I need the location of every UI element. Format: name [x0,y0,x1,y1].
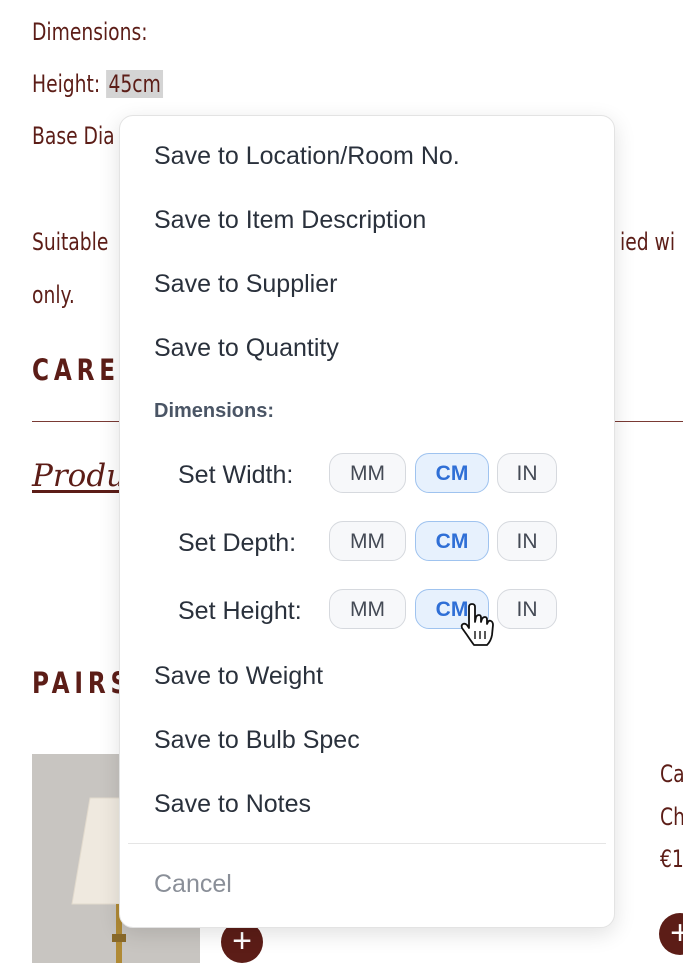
menu-item-location[interactable]: Save to Location/Room No. [154,142,460,171]
care-heading: CARE [32,353,120,387]
add-to-list-button-2[interactable]: + [659,913,683,955]
suitable-text: Suitable [32,228,109,256]
depth-in-button[interactable]: IN [497,521,557,561]
related-product-name-1: Ca [660,760,683,788]
supplied-text: ied wi [620,228,676,256]
width-mm-button[interactable]: MM [329,453,406,493]
only-text: only. [32,281,75,309]
menu-item-notes[interactable]: Save to Notes [154,790,311,819]
height-line: Height: 45cm [32,70,164,98]
menu-item-weight[interactable]: Save to Weight [154,662,323,691]
menu-item-bulb-spec[interactable]: Save to Bulb Spec [154,726,360,755]
menu-divider [128,843,606,844]
hand-pointer-cursor-icon [460,603,494,646]
depth-mm-button[interactable]: MM [329,521,406,561]
set-depth-label: Set Depth: [178,529,297,557]
save-to-context-menu: Save to Location/Room No. Save to Item D… [119,115,615,928]
menu-item-item-description[interactable]: Save to Item Description [154,206,426,235]
depth-cm-button[interactable]: CM [415,521,489,561]
height-value-selection: 45cm [106,70,164,98]
menu-item-quantity[interactable]: Save to Quantity [154,334,339,363]
set-height-label: Set Height: [178,597,302,625]
width-cm-button[interactable]: CM [415,453,489,493]
related-product-price: €1 [660,845,683,873]
height-label: Height: [32,70,101,98]
menu-item-supplier[interactable]: Save to Supplier [154,270,337,299]
pairs-heading: PAIRS [32,666,133,700]
cancel-button[interactable]: Cancel [154,870,232,899]
base-diameter-label: Base Dia [32,122,115,150]
height-mm-button[interactable]: MM [329,589,406,629]
dimensions-section-label: Dimensions: [154,400,275,422]
related-product-name-2: Ch [660,803,683,831]
set-width-label: Set Width: [178,461,294,489]
width-in-button[interactable]: IN [497,453,557,493]
height-in-button[interactable]: IN [497,589,557,629]
dimensions-label: Dimensions: [32,18,148,46]
